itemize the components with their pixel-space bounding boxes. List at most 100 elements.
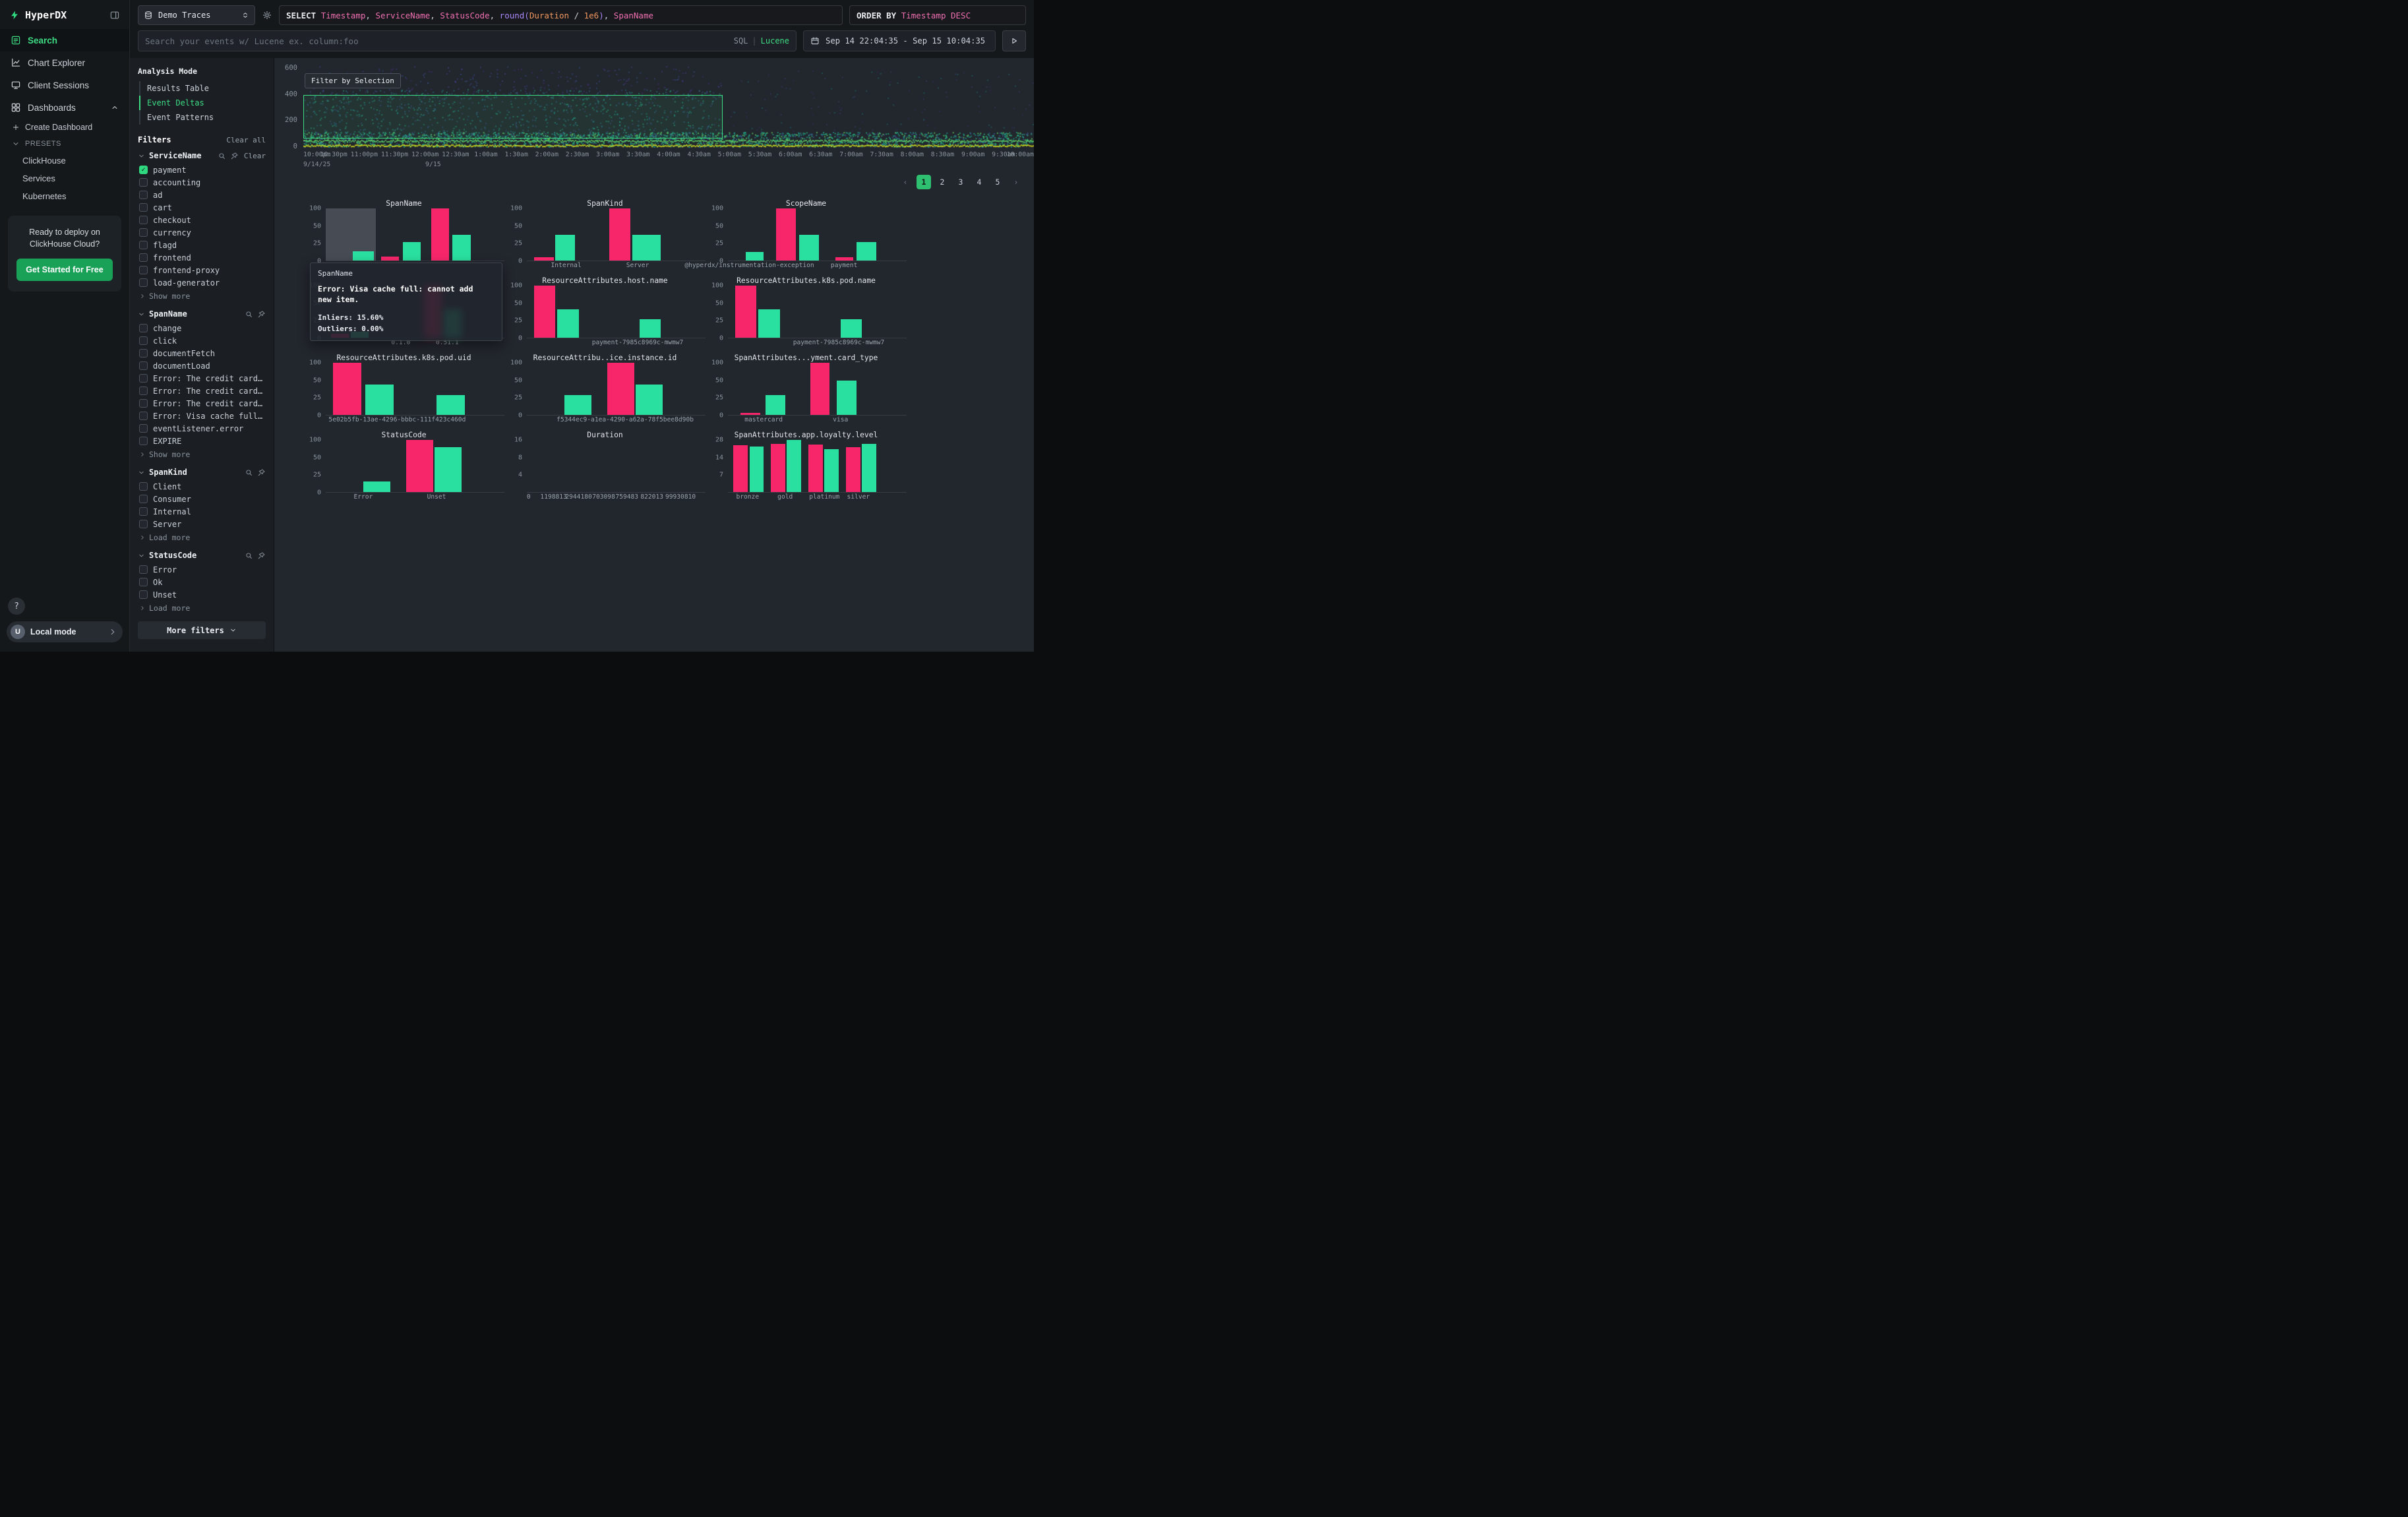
bar-pink[interactable] xyxy=(609,208,631,261)
filter-show-more-link[interactable]: Show more xyxy=(138,289,266,301)
pagination-page-1[interactable]: 1 xyxy=(917,175,931,189)
bar-green[interactable] xyxy=(353,251,375,261)
pin-icon[interactable] xyxy=(230,152,239,160)
bar-pink[interactable] xyxy=(333,363,361,415)
filter-checkbox-row[interactable]: Error: The credit card (… xyxy=(138,397,266,410)
filter-checkbox-row[interactable]: flagd xyxy=(138,239,266,251)
bar-pink[interactable] xyxy=(808,445,823,492)
bar-green[interactable] xyxy=(787,440,801,492)
order-by-input[interactable]: ORDER BY Timestamp DESC xyxy=(849,5,1026,25)
pin-icon[interactable] xyxy=(257,310,266,319)
checkbox[interactable] xyxy=(139,241,148,249)
filter-by-selection-button[interactable]: Filter by Selection xyxy=(305,73,401,88)
checkbox[interactable] xyxy=(139,228,148,237)
sidebar-item-search[interactable]: Search xyxy=(0,29,129,51)
bar-green[interactable] xyxy=(403,242,421,261)
bar-pink[interactable] xyxy=(406,440,433,492)
collapse-sidebar-icon[interactable] xyxy=(109,10,120,20)
filter-checkbox-row[interactable]: EXPIRE xyxy=(138,435,266,447)
filter-checkbox-row[interactable]: documentLoad xyxy=(138,359,266,372)
filter-checkbox-row[interactable]: Internal xyxy=(138,505,266,518)
filter-checkbox-row[interactable]: documentFetch xyxy=(138,347,266,359)
checkbox[interactable] xyxy=(139,495,148,503)
pagination-page-4[interactable]: 4 xyxy=(972,175,986,189)
get-started-button[interactable]: Get Started for Free xyxy=(16,259,112,281)
sidebar-subitem-services[interactable]: Services xyxy=(0,170,129,187)
filter-checkbox-row[interactable]: currency xyxy=(138,226,266,239)
bar-green[interactable] xyxy=(766,395,785,415)
filter-checkbox-row[interactable]: cart xyxy=(138,201,266,214)
analysis-mode-event-deltas[interactable]: Event Deltas xyxy=(139,96,266,110)
bar-green[interactable] xyxy=(746,252,764,261)
filter-checkbox-row[interactable]: load-generator xyxy=(138,276,266,289)
bar-pink[interactable] xyxy=(534,257,554,261)
source-selector[interactable]: Demo Traces xyxy=(138,5,255,25)
checkbox[interactable] xyxy=(139,336,148,345)
bar-green[interactable] xyxy=(862,444,876,492)
bar-green[interactable] xyxy=(857,242,876,261)
filter-checkbox-row[interactable]: change xyxy=(138,322,266,334)
analysis-mode-event-patterns[interactable]: Event Patterns xyxy=(139,110,266,125)
checkbox[interactable] xyxy=(139,424,148,433)
magnifier-icon[interactable] xyxy=(245,551,253,560)
filter-group-header[interactable]: SpanKind xyxy=(138,468,266,477)
bar-pink[interactable] xyxy=(776,208,796,261)
bar-green[interactable] xyxy=(436,395,465,415)
bar-pink[interactable] xyxy=(431,208,449,261)
checkbox[interactable] xyxy=(139,253,148,262)
bar-pink[interactable] xyxy=(835,257,853,261)
filter-checkbox-row[interactable]: Client xyxy=(138,480,266,493)
bar-green[interactable] xyxy=(750,447,764,492)
checkbox[interactable] xyxy=(139,191,148,199)
checkbox[interactable] xyxy=(139,361,148,370)
sidebar-item-dashboards[interactable]: Dashboards xyxy=(0,96,129,119)
checkbox[interactable] xyxy=(139,437,148,445)
bar-green[interactable] xyxy=(640,319,661,338)
filter-group-header[interactable]: ServiceNameClear xyxy=(138,151,266,160)
checkbox[interactable] xyxy=(139,412,148,420)
checkbox[interactable] xyxy=(139,578,148,586)
pagination-page-3[interactable]: 3 xyxy=(953,175,968,189)
filter-group-header[interactable]: StatusCode xyxy=(138,551,266,560)
bar-pink[interactable] xyxy=(735,286,757,338)
pagination-page-2[interactable]: 2 xyxy=(935,175,949,189)
checkbox[interactable] xyxy=(139,507,148,516)
sql-query-input[interactable]: SELECT Timestamp, ServiceName, StatusCod… xyxy=(279,5,843,25)
bar-green[interactable] xyxy=(557,309,579,338)
checkbox[interactable] xyxy=(139,203,148,212)
filter-checkbox-row[interactable]: click xyxy=(138,334,266,347)
filter-checkbox-row[interactable]: checkout xyxy=(138,214,266,226)
bar-green[interactable] xyxy=(824,449,839,492)
checkbox[interactable] xyxy=(139,590,148,599)
bar-green[interactable] xyxy=(758,309,780,338)
lucene-toggle[interactable]: Lucene xyxy=(761,36,789,46)
bar-pink[interactable] xyxy=(846,447,860,492)
filter-checkbox-row[interactable]: Error xyxy=(138,563,266,576)
bar-green[interactable] xyxy=(837,381,857,415)
local-mode-button[interactable]: U Local mode xyxy=(7,621,123,642)
bar-pink[interactable] xyxy=(810,363,830,415)
magnifier-icon[interactable] xyxy=(218,152,226,160)
run-query-button[interactable] xyxy=(1002,30,1026,51)
filter-load-more-link[interactable]: Load more xyxy=(138,530,266,542)
filter-load-more-link[interactable]: Load more xyxy=(138,601,266,613)
sidebar-subitem-create-dashboard[interactable]: Create Dashboard xyxy=(0,119,129,136)
filter-show-more-link[interactable]: Show more xyxy=(138,447,266,459)
bar-green[interactable] xyxy=(555,235,575,261)
checkbox[interactable] xyxy=(139,399,148,408)
bar-pink[interactable] xyxy=(534,286,556,338)
clear-all-button[interactable]: Clear all xyxy=(226,136,266,144)
checkbox[interactable] xyxy=(139,278,148,287)
bar-green[interactable] xyxy=(435,447,462,492)
more-filters-button[interactable]: More filters xyxy=(138,621,266,639)
gear-icon[interactable] xyxy=(262,10,272,20)
filter-checkbox-row[interactable]: Ok xyxy=(138,576,266,588)
time-range-picker[interactable]: Sep 14 22:04:35 - Sep 15 10:04:35 xyxy=(803,30,996,51)
checkbox[interactable]: ✓ xyxy=(139,166,148,174)
filter-group-clear-button[interactable]: Clear xyxy=(244,152,266,160)
filter-checkbox-row[interactable]: ✓payment xyxy=(138,164,266,176)
bar-green[interactable] xyxy=(632,235,661,261)
pin-icon[interactable] xyxy=(257,551,266,560)
checkbox[interactable] xyxy=(139,349,148,357)
filter-checkbox-row[interactable]: Error: Visa cache full: … xyxy=(138,410,266,422)
